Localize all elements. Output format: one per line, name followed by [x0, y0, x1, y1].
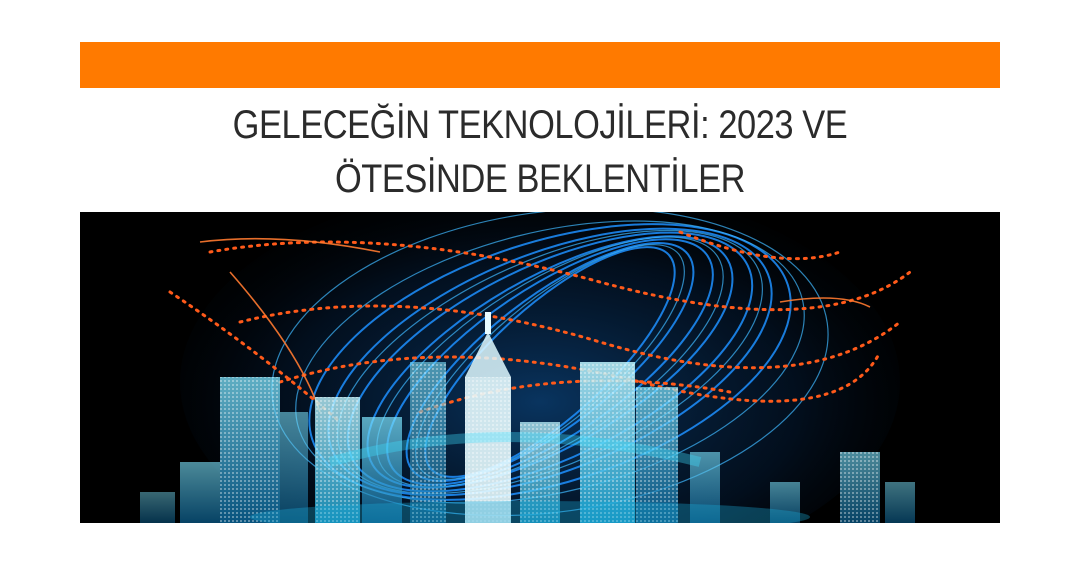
accent-bar — [80, 42, 1000, 88]
digital-city-illustration — [80, 212, 1000, 523]
page-title: GELECEĞİN TEKNOLOJİLERİ: 2023 VE ÖTESİND… — [232, 103, 848, 201]
hero-image — [80, 212, 1000, 523]
page: GELECEĞİN TEKNOLOJİLERİ: 2023 VE ÖTESİND… — [0, 0, 1080, 566]
